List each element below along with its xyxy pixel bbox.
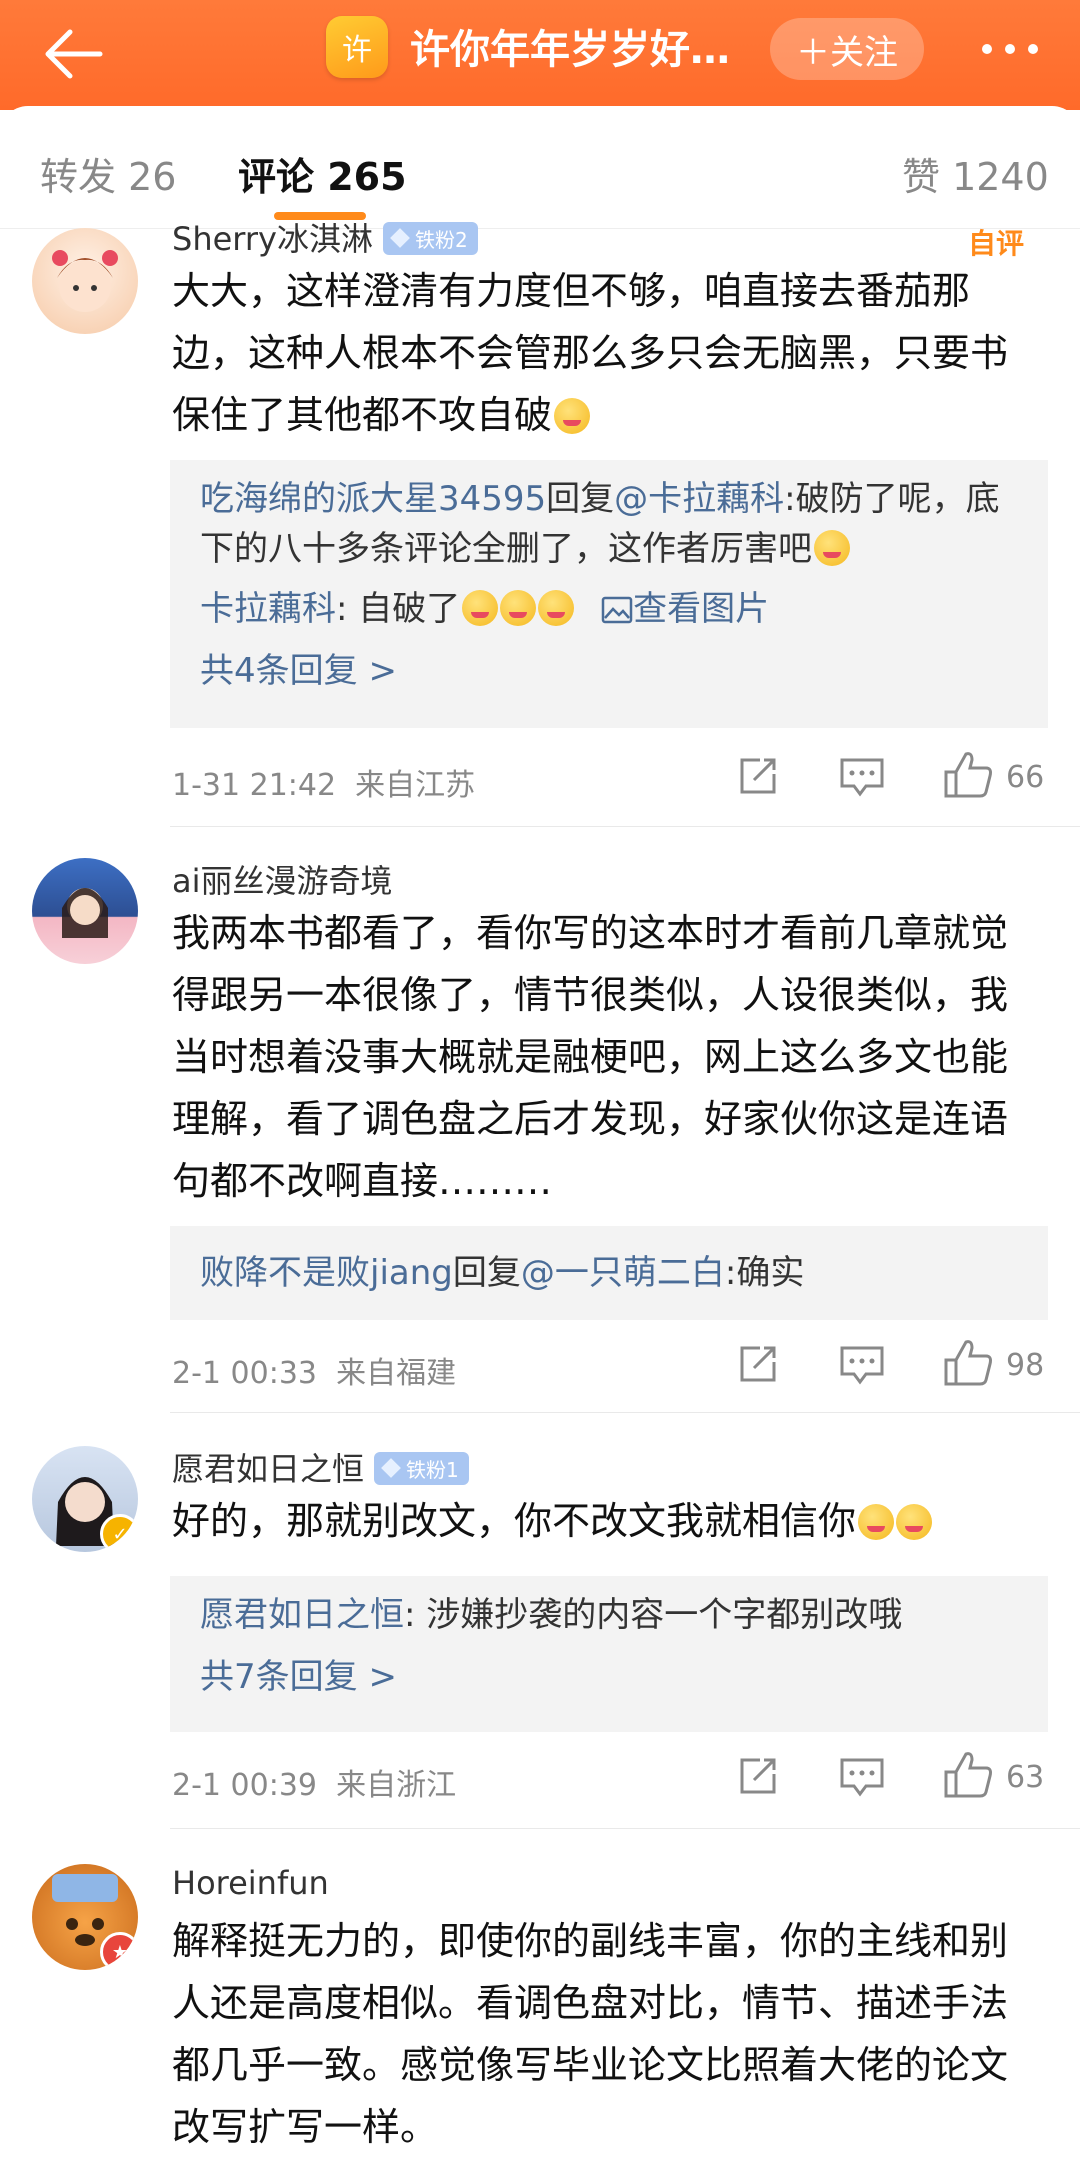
more-replies-link[interactable]: 共4条回复 > bbox=[200, 646, 1020, 696]
page-title: 许你年年岁岁好… bbox=[410, 27, 730, 73]
app-logo-icon: 许 bbox=[326, 16, 388, 78]
reply-box[interactable]: 愿君如日之恒: 涉嫌抄袭的内容一个字都别改哦 共7条回复 > bbox=[170, 1576, 1048, 1732]
tab-bar: 转发 26 评论 265 赞 1240 bbox=[0, 106, 1080, 229]
reply-box[interactable]: 吃海绵的派大星34595回复@卡拉藕科:破防了呢，底下的八十多条评论全删了，这作… bbox=[170, 460, 1048, 728]
comment-text: 大大，这样澄清有力度但不够，咱直接去番茄那边，这种人根本不会管那么多只会无脑黑，… bbox=[172, 269, 1009, 437]
follow-button[interactable]: ＋关注 bbox=[770, 18, 924, 80]
reply-line[interactable]: 愿君如日之恒: 涉嫌抄袭的内容一个字都别改哦 bbox=[200, 1590, 1020, 1640]
author-tag: 自评 bbox=[968, 227, 1025, 260]
tab-repost[interactable]: 转发 26 bbox=[40, 146, 176, 201]
crying-emoji-icon bbox=[538, 590, 575, 626]
like-count: 98 bbox=[1006, 1348, 1045, 1383]
comment-username[interactable]: ai丽丝漫游奇境 bbox=[172, 856, 393, 902]
comment-icon[interactable] bbox=[834, 748, 890, 804]
share-icon[interactable] bbox=[730, 1336, 786, 1392]
comment-icon[interactable] bbox=[834, 1336, 890, 1392]
divider bbox=[170, 1412, 1080, 1413]
reply-line[interactable]: 卡拉藕科: 自破了 查看图片 bbox=[200, 584, 1020, 634]
comment-text: 我两本书都看了，看你写的这本时才看前几章就觉得跟另一本很像了，情节很类似，人设很… bbox=[172, 911, 1009, 1203]
surprised-emoji-icon bbox=[814, 530, 850, 566]
diamond-icon bbox=[381, 1458, 401, 1478]
comment-username[interactable]: Horeinfun bbox=[172, 1864, 329, 1902]
vip-badge-icon: ★ bbox=[100, 1932, 138, 1970]
comment-icon[interactable] bbox=[834, 1748, 890, 1804]
divider bbox=[170, 1828, 1080, 1829]
top-bar: 许 许你年年岁岁好… ＋关注 bbox=[0, 0, 1080, 110]
heart-eyes-emoji-icon bbox=[554, 398, 591, 434]
username-text[interactable]: Sherry冰淇淋 bbox=[172, 220, 373, 258]
like-count: 63 bbox=[1006, 1760, 1045, 1795]
username-text[interactable]: 愿君如日之恒 bbox=[172, 1450, 364, 1488]
avatar[interactable]: ✓ bbox=[32, 1446, 138, 1552]
reply-box[interactable]: 败降不是败jiang回复@一只萌二白:确实 bbox=[170, 1226, 1048, 1320]
kiss-emoji-icon bbox=[858, 1504, 895, 1540]
comment-username[interactable]: Sherry冰淇淋 铁粉2 bbox=[172, 214, 478, 260]
more-options-icon[interactable] bbox=[978, 30, 1042, 66]
reply-line[interactable]: 败降不是败jiang回复@一只萌二白:确实 bbox=[200, 1248, 1020, 1298]
avatar[interactable] bbox=[32, 228, 138, 334]
crying-emoji-icon bbox=[500, 590, 537, 626]
like-thumb-icon[interactable] bbox=[940, 1746, 996, 1802]
more-replies-link[interactable]: 共7条回复 > bbox=[200, 1652, 1020, 1702]
reply-line[interactable]: 吃海绵的派大星34595回复@卡拉藕科:破防了呢，底下的八十多条评论全删了，这作… bbox=[200, 474, 1020, 574]
fan-badge: 铁粉1 bbox=[374, 1451, 469, 1485]
crying-emoji-icon bbox=[462, 590, 499, 626]
comment-meta: 1-31 21:42 来自江苏 bbox=[172, 768, 476, 803]
avatar[interactable]: ★ bbox=[32, 1864, 138, 1970]
share-icon[interactable] bbox=[730, 1748, 786, 1804]
tab-comments[interactable]: 评论 265 bbox=[238, 146, 407, 201]
verified-badge-icon: ✓ bbox=[100, 1514, 138, 1552]
avatar[interactable] bbox=[32, 858, 138, 964]
heart-eyes-emoji-icon bbox=[896, 1504, 933, 1540]
fan-badge: 铁粉2 bbox=[382, 221, 478, 255]
comment-meta: 2-1 00:33 来自福建 bbox=[172, 1356, 457, 1391]
tab-likes[interactable]: 赞 1240 bbox=[902, 146, 1049, 201]
comment-meta: 2-1 00:39 来自浙江 bbox=[172, 1768, 457, 1803]
comment-text: 好的，那就别改文，你不改文我就相信你 bbox=[172, 1490, 1042, 1552]
divider bbox=[170, 826, 1080, 827]
like-thumb-icon[interactable] bbox=[940, 746, 996, 802]
image-icon bbox=[601, 596, 633, 624]
view-image-link[interactable]: 查看图片 bbox=[601, 589, 769, 629]
back-arrow-icon[interactable] bbox=[40, 26, 104, 82]
share-icon[interactable] bbox=[730, 748, 786, 804]
like-count: 66 bbox=[1006, 760, 1045, 795]
comment-text: 解释挺无力的，即使你的副线丰富，你的主线和别人还是高度相似。看调色盘对比，情节、… bbox=[172, 1919, 1009, 2149]
like-thumb-icon[interactable] bbox=[940, 1334, 996, 1390]
comment-username[interactable]: 愿君如日之恒 铁粉1 bbox=[172, 1444, 469, 1490]
diamond-icon bbox=[390, 228, 410, 248]
